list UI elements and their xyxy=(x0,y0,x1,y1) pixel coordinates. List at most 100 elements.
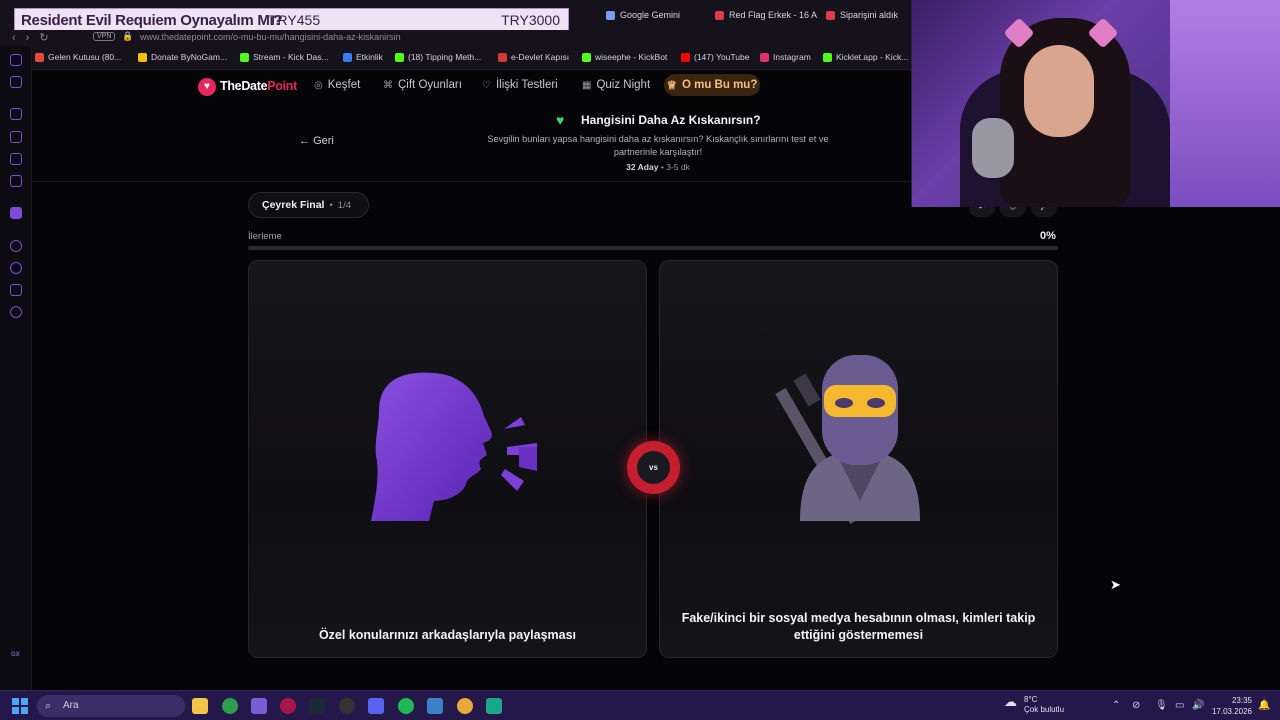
bookmark-tipping[interactable]: (18) Tipping Meth... xyxy=(395,52,481,62)
round-indicator: Çeyrek Final • 1/4 xyxy=(248,192,369,218)
file-explorer-icon[interactable] xyxy=(192,698,208,714)
compass-icon: ◎ xyxy=(314,79,323,91)
chrome-icon[interactable] xyxy=(457,698,473,714)
bookmark-kick-stream[interactable]: Stream - Kick Das... xyxy=(240,52,329,62)
gamepad-icon: ⌘ xyxy=(383,79,393,91)
discord-icon[interactable] xyxy=(368,698,384,714)
option-card-left[interactable]: Özel konularınızı arkadaşlarıyla paylaşm… xyxy=(248,260,647,658)
gemini-icon xyxy=(606,10,615,20)
webcam-overlay xyxy=(911,0,1280,207)
site-favicon-icon xyxy=(715,10,724,20)
microphone-icon xyxy=(972,118,1014,178)
youtube-icon xyxy=(681,52,690,62)
heart-icon: ♡ xyxy=(482,79,491,91)
home-icon[interactable] xyxy=(10,54,22,66)
copilot-icon[interactable] xyxy=(251,698,267,714)
quiz-meta: 32 Aday • 3-5 dk xyxy=(626,162,690,172)
app-icon[interactable] xyxy=(427,698,443,714)
browser-sidebar: GX xyxy=(0,46,32,690)
settings-icon[interactable] xyxy=(10,306,22,318)
progress-bar xyxy=(248,246,1058,250)
option-card-right[interactable]: Fake/ikinci bir sosyal medya hesabının o… xyxy=(659,260,1058,658)
display-icon[interactable]: ▭ xyxy=(1175,700,1184,711)
steam-icon[interactable] xyxy=(309,698,325,714)
edevlet-icon xyxy=(498,52,507,62)
spotify-icon[interactable] xyxy=(398,698,414,714)
overlay-max-amount: TRY3000 xyxy=(501,12,560,28)
bookmark-donate[interactable]: Donate ByNoGam... xyxy=(138,52,227,62)
tab-red-flag[interactable]: Red Flag Erkek - 16 A xyxy=(715,6,817,24)
heart-logo-icon[interactable]: ♥ xyxy=(198,78,216,96)
messenger-icon[interactable] xyxy=(10,175,22,187)
cloud-icon: ☁ xyxy=(1004,694,1017,709)
donate-icon xyxy=(138,52,147,62)
volume-icon[interactable]: 🔊 xyxy=(1192,700,1204,711)
bookmark-kicklet[interactable]: Kicklet.app - Kick... xyxy=(823,52,908,62)
nav-kesfet[interactable]: ◎ Keşfet xyxy=(314,79,360,91)
news-icon[interactable] xyxy=(10,153,22,165)
vpn-badge[interactable]: VPN xyxy=(93,32,116,41)
bookmark-edevlet[interactable]: e-Devlet Kapısı xyxy=(498,52,569,62)
bookmark-gmail[interactable]: Gelen Kutusu (80... xyxy=(35,52,121,62)
speaking-head-icon xyxy=(371,372,537,521)
kick-icon xyxy=(240,52,249,62)
cube-icon[interactable] xyxy=(10,284,22,296)
lock-icon: 🔒 xyxy=(122,31,134,41)
opera-gx-icon[interactable] xyxy=(280,698,296,714)
stream-goal-overlay: Resident Evil Requiem Oynayalım Mı? TRY4… xyxy=(14,8,569,32)
quiz-title: Hangisini Daha Az Kıskanırsın? xyxy=(581,113,761,127)
gamepad-icon[interactable] xyxy=(10,76,22,88)
windows-start-icon[interactable] xyxy=(12,698,28,714)
xbox-icon[interactable] xyxy=(222,698,238,714)
back-button[interactable]: ← Geri xyxy=(299,135,334,147)
notification-icon[interactable]: 🔔 xyxy=(1258,700,1270,711)
twitch-icon[interactable] xyxy=(10,207,22,219)
webcam-face xyxy=(1024,45,1094,137)
taskbar-search[interactable]: ⌕ Ara xyxy=(37,695,185,717)
kick-icon xyxy=(582,52,591,62)
option-text-right: Fake/ikinci bir sosyal medya hesabının o… xyxy=(681,611,1036,642)
nav-arrows-icon[interactable]: ‹›↻ xyxy=(12,31,59,44)
gx-icon[interactable]: GX xyxy=(11,652,20,658)
windows-taskbar: ⌕ Ara ☁ 8°C Çok bulutlu ⌃ ⊘ 🎙 ▭ 🔊 23:35 17… xyxy=(0,690,1280,720)
bookmark-youtube[interactable]: (147) YouTube xyxy=(681,52,749,62)
taskbar-clock[interactable]: 23:35 17.03.2026 xyxy=(1210,695,1252,717)
event-icon xyxy=(343,52,352,62)
option-text-left: Özel konularınızı arkadaşlarıyla paylaşm… xyxy=(318,628,577,642)
nav-o-mu-bu-mu[interactable]: ♕ O mu Bu mu? xyxy=(664,74,760,96)
mouse-cursor-icon: ➤ xyxy=(1110,577,1121,592)
bookmark-instagram[interactable]: Instagram xyxy=(760,52,811,62)
chevron-up-icon[interactable]: ⌃ xyxy=(1112,700,1120,711)
shopping-bag-icon[interactable] xyxy=(10,131,22,143)
play-icon[interactable] xyxy=(10,240,22,252)
clock-icon[interactable] xyxy=(10,262,22,274)
quiz-description: Sevgilin bunları yapsa hangisini daha az… xyxy=(487,134,829,157)
microphone-icon[interactable]: 🎙 xyxy=(1155,700,1168,711)
progress-value: 0% xyxy=(1040,230,1056,242)
site-favicon-icon xyxy=(826,10,835,20)
arrow-left-icon: ← xyxy=(299,135,310,147)
screen: Google Gemini Red Flag Erkek - 16 A Sipa… xyxy=(0,0,1280,720)
bullet-separator: • xyxy=(329,199,333,211)
progress-label: İlerleme xyxy=(248,231,282,242)
gmail-icon xyxy=(35,52,44,62)
nav-cift-oyunlari[interactable]: ⌘ Çift Oyunları xyxy=(383,79,462,91)
bookmark-etkinlik[interactable]: Etkinlik xyxy=(343,52,383,62)
nav-iliski-testleri[interactable]: ♡ İlişki Testleri xyxy=(482,79,558,91)
green-heart-icon: ♥ xyxy=(556,112,565,128)
network-icon[interactable]: ⊘ xyxy=(1132,700,1140,711)
kick-icon xyxy=(395,52,404,62)
tab-google-gemini[interactable]: Google Gemini xyxy=(606,6,680,24)
tab-order[interactable]: Siparişini aldık xyxy=(826,6,898,24)
bookmark-kickbot[interactable]: wiseephe - KickBot xyxy=(582,52,667,62)
nav-quiz-night[interactable]: ▦ Quiz Night xyxy=(582,79,650,91)
site-logo[interactable]: TheDatePoint xyxy=(220,79,297,93)
ninja-icon xyxy=(775,355,920,524)
obs-icon[interactable] xyxy=(339,698,355,714)
trophy-icon: ♕ xyxy=(666,80,677,92)
url-field[interactable]: www.thedatepoint.com/o-mu-bu-mu/hangisin… xyxy=(140,32,401,42)
divider xyxy=(32,181,912,182)
instagram-icon xyxy=(760,52,769,62)
refresh-icon[interactable] xyxy=(10,108,22,120)
app-icon[interactable] xyxy=(486,698,502,714)
